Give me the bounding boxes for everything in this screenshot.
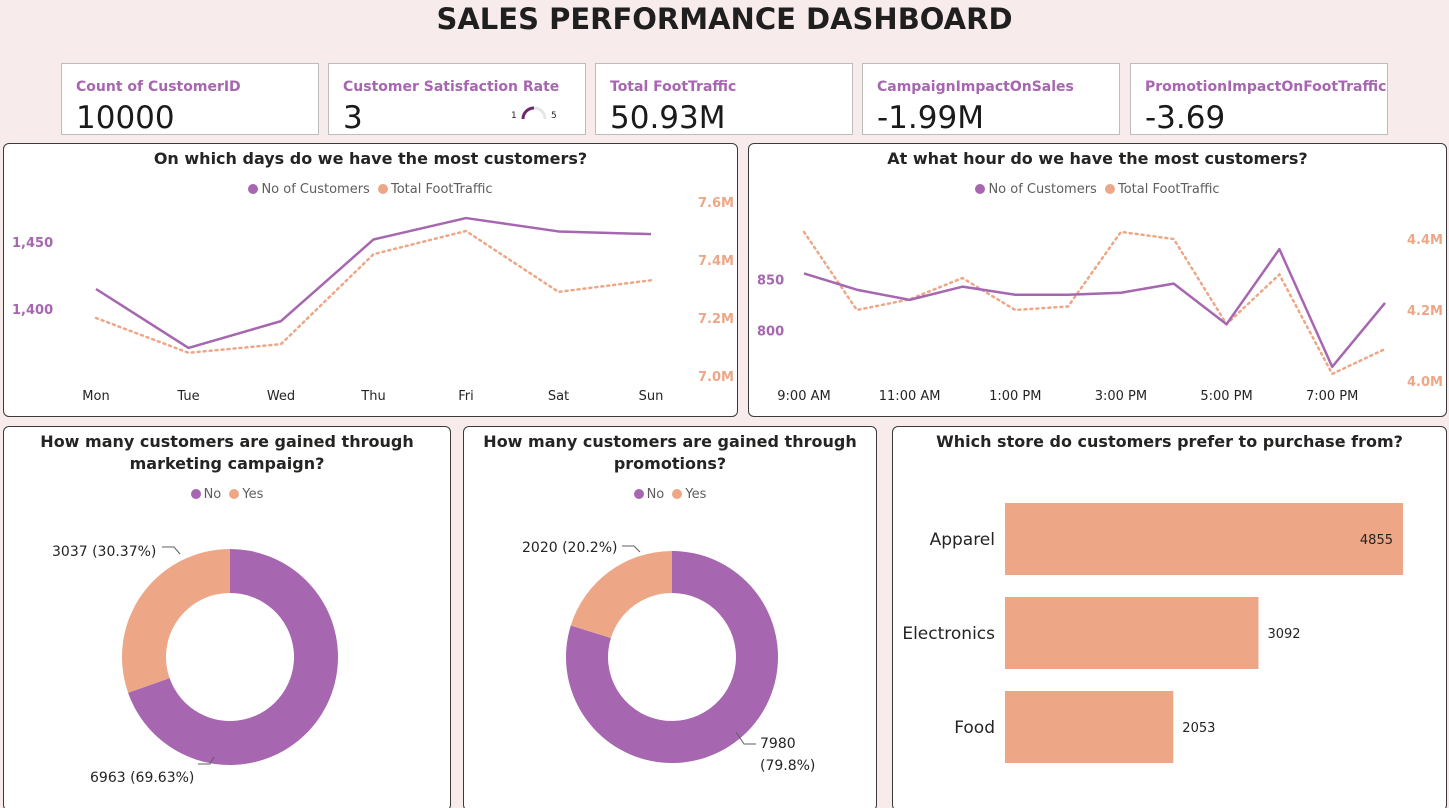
campaign-donut-chart: 3037 (30.37%) 6963 (69.63%) — [52, 544, 338, 786]
right-axis-tick-label: 4.2M — [1407, 304, 1443, 319]
kpi-value: 10000 — [76, 100, 175, 136]
right-axis-tick-label: 4.0M — [1407, 375, 1443, 390]
leader-line-yes — [622, 545, 641, 553]
right-axis-tick-label: 4.4M — [1407, 233, 1443, 248]
store-bar-panel[interactable]: Which store do customers prefer to purch… — [892, 426, 1447, 808]
x-axis-tick-label: Wed — [267, 389, 295, 404]
x-axis-tick-label: Sun — [639, 389, 664, 404]
hours-line-chart: 800 850 4.0M 4.2M 4.4M 9:00 AM 11:00 AM 1:00 PM… — [757, 230, 1443, 404]
kpi-value: -3.69 — [1145, 100, 1226, 136]
bar-food[interactable] — [1005, 691, 1174, 763]
right-axis-tick-label: 7.6M — [698, 196, 734, 211]
promotion-donut-panel[interactable]: How many customers are gained through pr… — [463, 426, 877, 808]
leader-line-yes — [162, 546, 181, 555]
kpi-label: Count of CustomerID — [76, 79, 241, 95]
x-axis-tick-label: 3:00 PM — [1095, 389, 1147, 404]
foot-traffic-line[interactable] — [94, 229, 653, 355]
promotion-donut-chart: 2020 (20.2%) 7980 (79.8%) — [522, 540, 815, 774]
bar-value-label: 3092 — [1267, 627, 1300, 642]
kpi-card-satisfaction[interactable]: Customer Satisfaction Rate 3 1 5 — [328, 63, 586, 136]
kpi-card-count-customer[interactable]: Count of CustomerID 10000 — [61, 63, 319, 136]
x-axis-tick-label: Fri — [458, 389, 474, 404]
kpi-card-campaign-impact[interactable]: CampaignImpactOnSales -1.99M — [862, 63, 1120, 136]
right-axis-tick-label: 7.4M — [698, 254, 734, 269]
kpi-card-foot-traffic[interactable]: Total FootTraffic 50.93M — [595, 63, 853, 136]
category-label: Apparel — [930, 530, 995, 550]
right-axis-tick-label: 7.0M — [698, 370, 734, 385]
hours-chart-panel[interactable]: At what hour do we have the most custome… — [748, 143, 1447, 417]
left-axis-tick-label: 800 — [757, 324, 784, 339]
x-axis-tick-label: Mon — [82, 389, 109, 404]
gauge-max-label: 5 — [551, 111, 557, 121]
customers-line[interactable] — [95, 216, 652, 350]
bar-value-label: 4855 — [1360, 533, 1393, 548]
kpi-card-promotion-impact[interactable]: PromotionImpactOnFootTraffic -3.69 — [1130, 63, 1388, 136]
category-label: Electronics — [902, 624, 995, 644]
right-axis-tick-label: 7.2M — [698, 312, 734, 327]
bar-value-label: 2053 — [1182, 721, 1215, 736]
donut-slices — [121, 549, 338, 765]
x-axis-tick-label: 1:00 PM — [989, 389, 1041, 404]
data-label-no: 6963 (69.63%) — [90, 770, 194, 786]
satisfaction-gauge: 1 5 — [511, 106, 557, 121]
x-axis-tick-label: Thu — [360, 389, 385, 404]
data-label-yes: 3037 (30.37%) — [52, 544, 156, 560]
days-line-chart: 1,400 1,450 7.0M 7.2M 7.4M 7.6M Mon Tue Wed Thu Fr… — [12, 196, 734, 404]
category-label: Food — [954, 718, 995, 738]
data-label-yes: 2020 (20.2%) — [522, 540, 617, 556]
customers-line[interactable] — [803, 247, 1386, 369]
campaign-donut-panel[interactable]: How many customers are gained through ma… — [3, 426, 451, 808]
kpi-label: PromotionImpactOnFootTraffic — [1145, 79, 1387, 95]
x-axis-tick-label: 9:00 AM — [777, 389, 830, 404]
data-label-no-line-2: (79.8%) — [760, 758, 815, 774]
kpi-value: 50.93M — [610, 100, 726, 136]
kpi-label: CampaignImpactOnSales — [877, 79, 1074, 95]
x-axis-tick-label: Tue — [176, 389, 199, 404]
x-axis-tick-label: 11:00 AM — [879, 389, 941, 404]
kpi-value: 3 — [343, 100, 363, 136]
left-axis-tick-label: 850 — [757, 274, 784, 289]
kpi-label: Total FootTraffic — [610, 79, 737, 95]
foot-traffic-line[interactable] — [802, 230, 1387, 376]
donut-slices — [566, 551, 778, 763]
bar-apparel[interactable] — [1005, 503, 1403, 575]
bar-electronics[interactable] — [1005, 597, 1259, 669]
donut-slice-yes[interactable] — [121, 549, 230, 693]
dashboard-title: SALES PERFORMANCE DASHBOARD — [436, 2, 1013, 36]
left-axis-tick-label: 1,450 — [12, 236, 53, 251]
donut-slice-yes[interactable] — [570, 551, 672, 638]
x-axis-tick-label: 5:00 PM — [1200, 389, 1252, 404]
data-label-no-line-1: 7980 — [760, 736, 796, 752]
days-chart-panel[interactable]: On which days do we have the most custom… — [3, 143, 738, 417]
kpi-label: Customer Satisfaction Rate — [343, 79, 560, 95]
kpi-value: -1.99M — [877, 100, 984, 136]
gauge-min-label: 1 — [511, 111, 517, 121]
left-axis-tick-label: 1,400 — [12, 303, 53, 318]
store-bar-chart: Apparel 4855 Electronics 3092 Food 2053 — [902, 503, 1403, 763]
gauge-fill — [521, 106, 535, 120]
x-axis-tick-label: 7:00 PM — [1306, 389, 1358, 404]
x-axis-tick-label: Sat — [548, 389, 569, 404]
